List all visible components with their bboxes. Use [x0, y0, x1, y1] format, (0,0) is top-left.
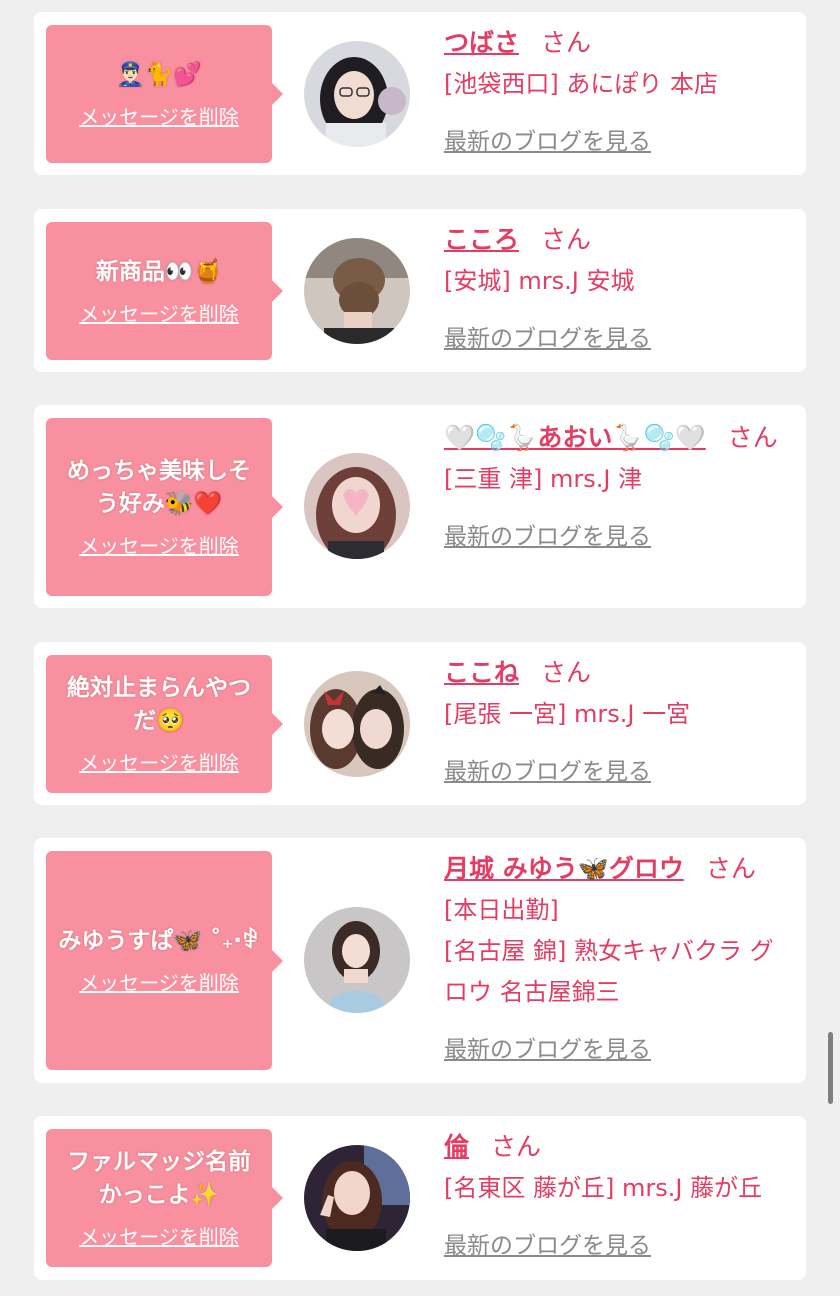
shop-name: [名古屋 錦] 熟女キャバクラ グロウ 名古屋錦三 — [444, 937, 774, 1006]
cast-name-link[interactable]: 倫 — [444, 1132, 469, 1161]
message-bubble: みゆうすぱ🦋 ˚₊‧ꒆ メッセージを削除 — [46, 851, 283, 1070]
scrollbar[interactable] — [828, 1032, 833, 1104]
latest-blog-link[interactable]: 最新のブログを見る — [444, 127, 651, 157]
shop-name: [名東区 藤が丘] mrs.J 藤が丘 — [444, 1174, 763, 1202]
delete-message-link[interactable]: メッセージを削除 — [79, 301, 239, 327]
avatar-photo — [304, 238, 410, 344]
message-text: 新商品👀🍯 — [95, 258, 223, 285]
avatar[interactable] — [304, 1145, 410, 1251]
delete-message-link[interactable]: メッセージを削除 — [79, 104, 239, 130]
avatar[interactable] — [304, 907, 410, 1013]
cast-name-link[interactable]: 🤍🫧🪿あおい🪿🫧🤍 — [444, 423, 706, 452]
honorific: さん — [491, 1132, 542, 1161]
delete-message-link[interactable]: メッセージを削除 — [79, 533, 239, 559]
cast-info: つばさ さん [池袋西口] あにぽり 本店 最新のブログを見る — [444, 26, 792, 157]
message-bubble: 新商品👀🍯 メッセージを削除 — [46, 222, 283, 360]
work-status: [本日出勤] — [444, 896, 559, 924]
message-bubble: めっちゃ美味しそう好み🐝❤️ メッセージを削除 — [46, 418, 283, 596]
avatar[interactable] — [304, 41, 410, 147]
avatar-photo — [304, 1145, 410, 1251]
message-text: めっちゃ美味しそう好み🐝❤️ — [67, 458, 251, 517]
cast-name-line: 倫さん — [444, 1130, 792, 1164]
message-text: ファルマッジ名前かっこよ✨ — [67, 1149, 251, 1208]
cast-name-line: ここね さん — [444, 656, 792, 690]
message-bubble: 絶対止まらんやつだ🥺 メッセージを削除 — [46, 655, 283, 793]
message-bubble: ファルマッジ名前かっこよ✨ メッセージを削除 — [46, 1129, 283, 1267]
shop-name: [池袋西口] あにぽり 本店 — [444, 70, 718, 98]
shop-name: [安城] mrs.J 安城 — [444, 267, 635, 295]
honorific: さん — [705, 854, 756, 883]
delete-message-link[interactable]: メッセージを削除 — [79, 970, 239, 996]
avatar[interactable] — [304, 238, 410, 344]
message-card: みゆうすぱ🦋 ˚₊‧ꒆ メッセージを削除 月城 みゆう🦋グロウ さん [本日出勤]… — [34, 838, 806, 1083]
latest-blog-link[interactable]: 最新のブログを見る — [444, 1035, 651, 1065]
message-text: 絶対止まらんやつだ🥺 — [67, 675, 251, 734]
cast-name-line: 🤍🫧🪿あおい🪿🫧🤍 さん — [444, 421, 792, 455]
shop-name: [尾張 一宮] mrs.J 一宮 — [444, 700, 691, 728]
cast-info: 月城 みゆう🦋グロウ さん [本日出勤] [名古屋 錦] 熟女キャバクラ グロウ … — [444, 852, 792, 1065]
avatar-photo — [304, 907, 410, 1013]
avatar[interactable] — [304, 671, 410, 777]
cast-name-line: 月城 みゆう🦋グロウ さん — [444, 852, 792, 886]
cast-name-link[interactable]: 月城 みゆう🦋グロウ — [444, 854, 684, 883]
message-text: みゆうすぱ🦋 ˚₊‧ꒆ — [58, 928, 260, 954]
cast-name-line: こころ さん — [444, 223, 792, 257]
message-card: 新商品👀🍯 メッセージを削除 こころ さん [安城] mrs.J 安城 最新のブロ… — [34, 209, 806, 372]
shop-name: [三重 津] mrs.J 津 — [444, 465, 643, 493]
cast-name-link[interactable]: つばさ — [444, 28, 519, 57]
avatar[interactable] — [304, 453, 410, 559]
cast-name-line: つばさ さん — [444, 26, 792, 60]
honorific: さん — [727, 423, 778, 452]
honorific: さん — [541, 28, 592, 57]
message-card: 👮🏻‍♂️🐈💕 メッセージを削除 つばさ さん [池袋西口] あにぽり 本店 最新… — [34, 12, 806, 175]
latest-blog-link[interactable]: 最新のブログを見る — [444, 757, 651, 787]
cast-info: 倫さん [名東区 藤が丘] mrs.J 藤が丘 最新のブログを見る — [444, 1130, 792, 1261]
message-card: めっちゃ美味しそう好み🐝❤️ メッセージを削除 🤍🫧🪿あおい🪿🫧🤍 さん [三重 … — [34, 405, 806, 608]
avatar-photo — [304, 41, 410, 147]
message-bubble: 👮🏻‍♂️🐈💕 メッセージを削除 — [46, 25, 283, 163]
message-text: 👮🏻‍♂️🐈💕 — [116, 61, 202, 88]
honorific: さん — [541, 658, 592, 687]
cast-name-link[interactable]: ここね — [444, 658, 519, 687]
cast-name-link[interactable]: こころ — [444, 225, 519, 254]
avatar-photo — [304, 453, 410, 559]
latest-blog-link[interactable]: 最新のブログを見る — [444, 1231, 651, 1261]
message-card: 絶対止まらんやつだ🥺 メッセージを削除 ここね さん [尾張 一宮] mrs.J … — [34, 642, 806, 805]
honorific: さん — [541, 225, 592, 254]
delete-message-link[interactable]: メッセージを削除 — [79, 750, 239, 776]
message-card: ファルマッジ名前かっこよ✨ メッセージを削除 倫さん [名東区 藤が丘] mrs… — [34, 1116, 806, 1280]
cast-info: こころ さん [安城] mrs.J 安城 最新のブログを見る — [444, 223, 792, 354]
cast-info: ここね さん [尾張 一宮] mrs.J 一宮 最新のブログを見る — [444, 656, 792, 787]
cast-info: 🤍🫧🪿あおい🪿🫧🤍 さん [三重 津] mrs.J 津 最新のブログを見る — [444, 421, 792, 552]
avatar-photo — [304, 671, 410, 777]
delete-message-link[interactable]: メッセージを削除 — [79, 1224, 239, 1250]
latest-blog-link[interactable]: 最新のブログを見る — [444, 522, 651, 552]
latest-blog-link[interactable]: 最新のブログを見る — [444, 324, 651, 354]
